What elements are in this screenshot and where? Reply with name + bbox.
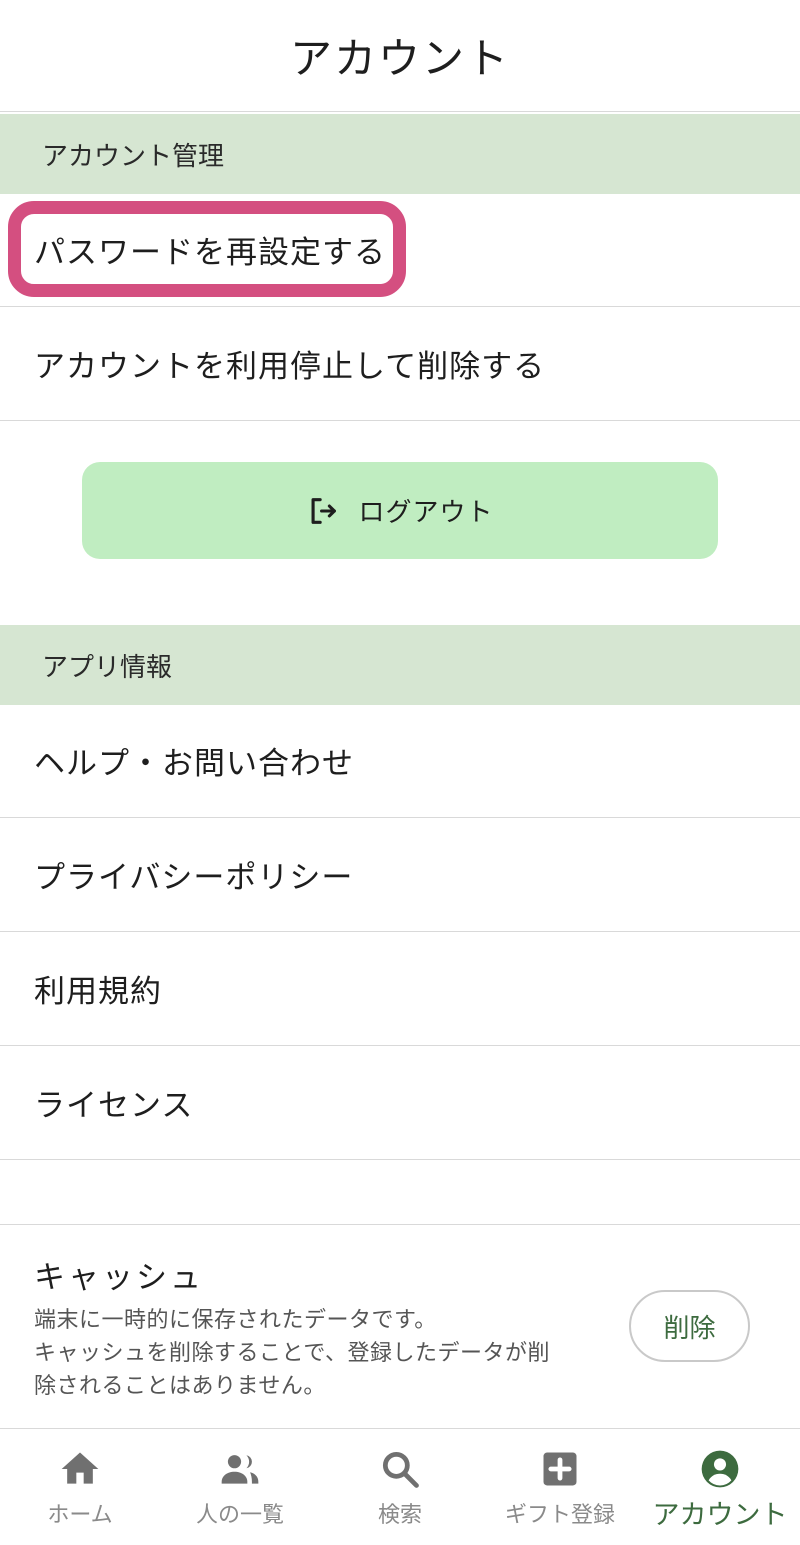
privacy-policy-item[interactable]: プライバシーポリシー bbox=[0, 818, 800, 932]
reset-password-item[interactable]: パスワードを再設定する bbox=[0, 193, 800, 307]
account-circle-icon bbox=[701, 1450, 739, 1488]
people-icon bbox=[221, 1455, 259, 1484]
tab-search-label: 検索 bbox=[377, 1503, 422, 1528]
cache-desc-line: 除されることはありません。 bbox=[34, 1374, 326, 1399]
search-icon bbox=[382, 1451, 419, 1488]
bottom-tab-bar: ホーム 人の一覧 検索 ギフト登録 アカウント bbox=[0, 1428, 800, 1545]
page-title: アカウント bbox=[289, 34, 510, 83]
section-header-app-info: アプリ情報 bbox=[0, 625, 800, 705]
tab-people[interactable]: 人の一覧 bbox=[160, 1429, 320, 1545]
logout-icon bbox=[312, 497, 337, 524]
help-contact-item[interactable]: ヘルプ・お問い合わせ bbox=[0, 704, 800, 818]
reset-password-label: パスワードを再設定する bbox=[34, 235, 386, 271]
cache-desc-line: キャッシュを削除することで、登録したデータが削 bbox=[34, 1341, 550, 1366]
logout-button[interactable]: ログアウト bbox=[82, 462, 718, 559]
logout-label: ログアウト bbox=[358, 498, 494, 528]
terms-item[interactable]: 利用規約 bbox=[0, 932, 800, 1046]
delete-account-item[interactable]: アカウントを利用停止して削除する bbox=[0, 307, 800, 421]
tab-account[interactable]: アカウント bbox=[640, 1429, 800, 1545]
tab-account-label: アカウント bbox=[652, 1500, 788, 1531]
license-item[interactable]: ライセンス bbox=[0, 1046, 800, 1160]
terms-label: 利用規約 bbox=[34, 974, 162, 1010]
tab-home-label: ホーム bbox=[47, 1503, 113, 1528]
tab-people-label: 人の一覧 bbox=[195, 1503, 284, 1528]
home-icon bbox=[61, 1452, 99, 1484]
cache-desc-line: 端末に一時的に保存されたデータです。 bbox=[34, 1308, 437, 1333]
section-header-account: アカウント管理 bbox=[0, 114, 800, 194]
add-box-icon bbox=[543, 1452, 577, 1486]
tab-gift-register-label: ギフト登録 bbox=[504, 1503, 615, 1528]
cache-delete-button[interactable]: 削除 bbox=[629, 1290, 750, 1362]
tab-search[interactable]: 検索 bbox=[320, 1429, 480, 1545]
tab-home[interactable]: ホーム bbox=[0, 1429, 160, 1545]
delete-account-label: アカウントを利用停止して削除する bbox=[34, 349, 546, 385]
tab-gift-register[interactable]: ギフト登録 bbox=[480, 1429, 640, 1545]
privacy-policy-label: プライバシーポリシー bbox=[34, 860, 354, 896]
help-contact-label: ヘルプ・お問い合わせ bbox=[34, 746, 354, 782]
app-header: アカウント bbox=[0, 0, 800, 112]
cache-title: キャッシュ bbox=[34, 1260, 204, 1296]
cache-description: 端末に一時的に保存されたデータです。 キャッシュを削除することで、登録したデータ… bbox=[34, 1304, 594, 1403]
cache-divider bbox=[0, 1224, 800, 1225]
license-label: ライセンス bbox=[34, 1088, 194, 1124]
